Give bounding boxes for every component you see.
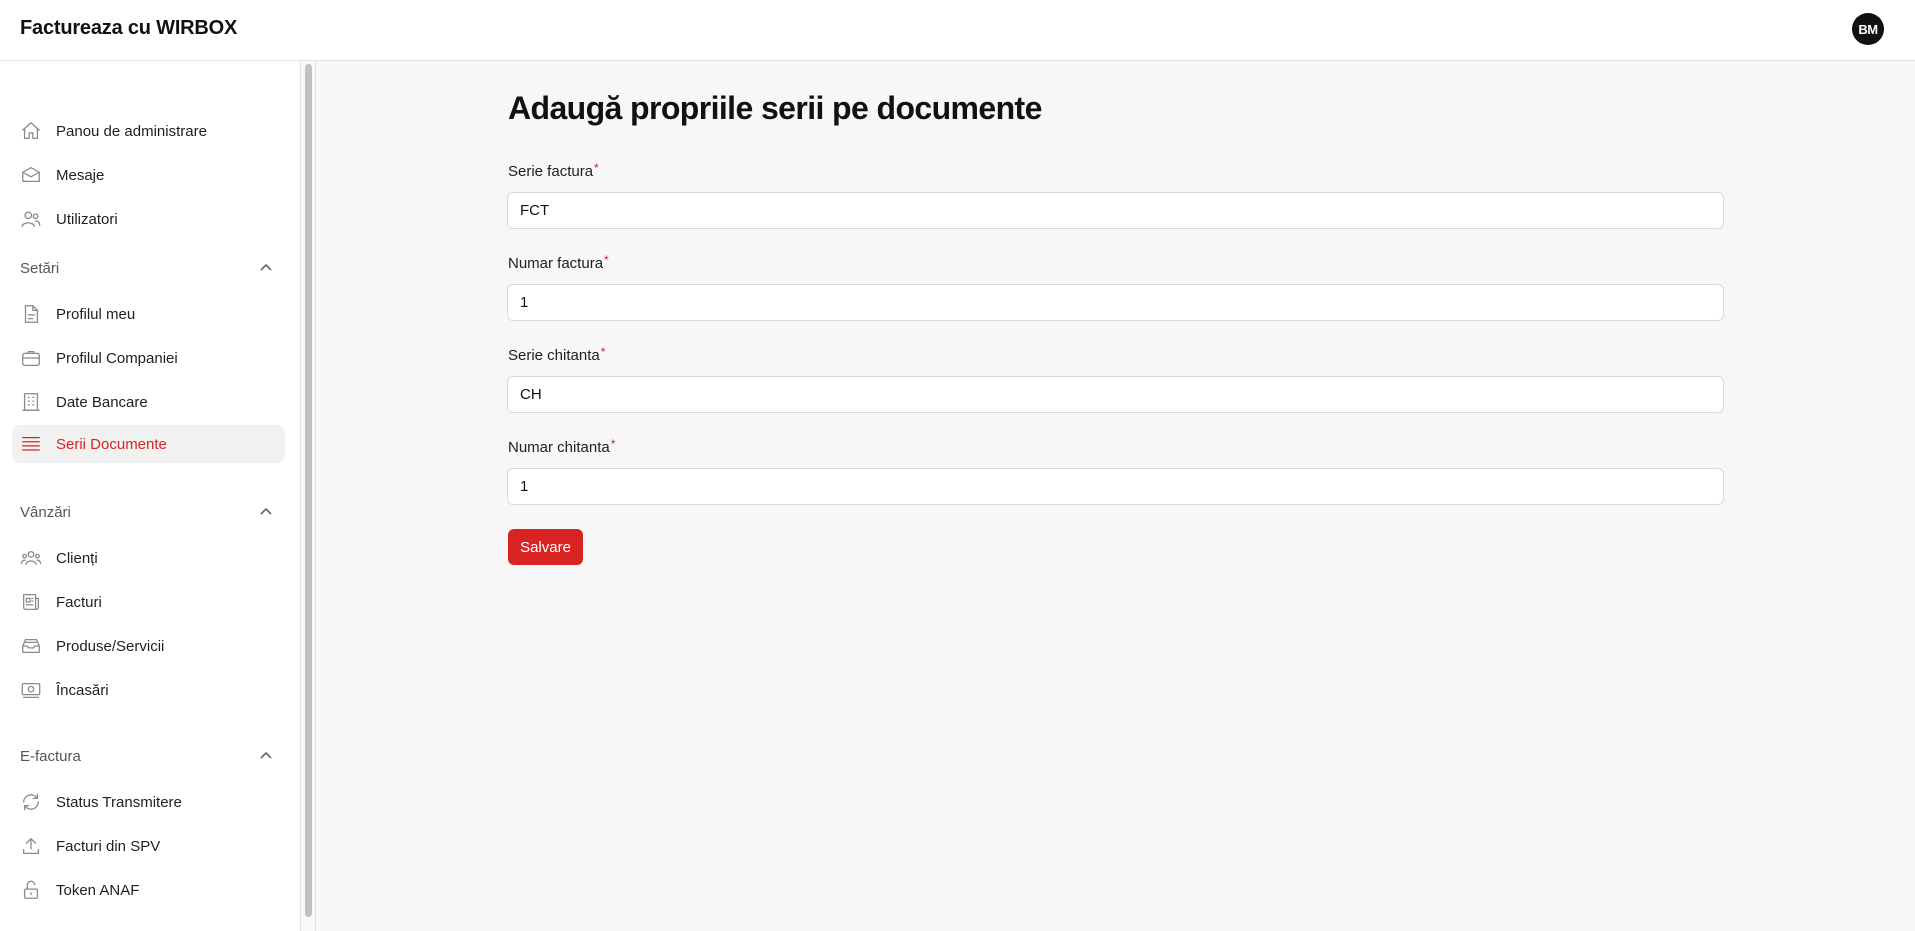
save-button[interactable]: Salvare bbox=[508, 529, 583, 565]
sidebar-item-label: Status Transmitere bbox=[56, 793, 182, 811]
lock-open-icon bbox=[20, 879, 42, 901]
required-mark: * bbox=[600, 345, 606, 359]
required-mark: * bbox=[594, 161, 599, 175]
user-group-icon bbox=[20, 547, 42, 569]
upload-icon bbox=[20, 835, 42, 857]
sidebar-item-label: Mesaje bbox=[56, 166, 105, 184]
sidebar-item-incasari[interactable]: Încasări bbox=[12, 671, 285, 709]
sidebar-item-profilul-companiei[interactable]: Profilul Companiei bbox=[12, 339, 285, 377]
inbox-stack-icon bbox=[20, 635, 42, 657]
section-title: E-factura bbox=[20, 747, 81, 765]
serie-factura-label: Serie factura* bbox=[508, 161, 599, 180]
building-icon bbox=[20, 391, 42, 413]
sidebar-scrollbar-thumb[interactable] bbox=[305, 64, 312, 917]
section-setari-toggle[interactable]: Setări bbox=[20, 256, 273, 280]
chevron-up-icon bbox=[260, 507, 272, 515]
mail-icon bbox=[20, 164, 42, 186]
sidebar-item-mesaje[interactable]: Mesaje bbox=[12, 156, 285, 194]
app-title[interactable]: Factureaza cu WIRBOX bbox=[20, 17, 237, 40]
sidebar-item-label: Încasări bbox=[56, 681, 109, 699]
page-title: Adaugă propriile serii pe documente bbox=[508, 90, 1042, 126]
sidebar-item-label: Clienți bbox=[56, 549, 98, 567]
refresh-icon bbox=[20, 791, 42, 813]
numar-chitanta-input[interactable] bbox=[507, 468, 1724, 505]
numar-chitanta-label: Numar chitanta* bbox=[508, 437, 616, 456]
sidebar-item-facturi[interactable]: Facturi bbox=[12, 583, 285, 621]
chevron-up-icon bbox=[260, 751, 272, 759]
sidebar-item-label: Profilul meu bbox=[56, 305, 136, 323]
sidebar-item-label: Facturi din SPV bbox=[56, 837, 161, 855]
sidebar: Panou de administrare Mesaje Utilizatori… bbox=[0, 61, 301, 931]
sidebar-item-profilul-meu[interactable]: Profilul meu bbox=[12, 295, 285, 333]
users-icon bbox=[20, 208, 42, 230]
sidebar-item-status-transmitere[interactable]: Status Transmitere bbox=[12, 783, 285, 821]
required-mark: * bbox=[610, 437, 616, 451]
serie-factura-input[interactable] bbox=[507, 192, 1724, 229]
list-icon bbox=[20, 433, 42, 455]
top-header: Factureaza cu WIRBOX BM bbox=[0, 0, 1915, 61]
sidebar-item-date-bancare[interactable]: Date Bancare bbox=[12, 383, 285, 421]
section-efactura-toggle[interactable]: E-factura bbox=[20, 744, 273, 768]
user-avatar[interactable]: BM bbox=[1852, 13, 1884, 45]
document-icon bbox=[20, 303, 42, 325]
required-mark: * bbox=[604, 253, 609, 267]
sidebar-item-label: Serii Documente bbox=[56, 435, 167, 453]
serie-chitanta-label: Serie chitanta* bbox=[508, 345, 606, 364]
numar-factura-input[interactable] bbox=[507, 284, 1724, 321]
banknotes-icon bbox=[20, 679, 42, 701]
briefcase-icon bbox=[20, 347, 42, 369]
sidebar-item-label: Date Bancare bbox=[56, 393, 148, 411]
numar-factura-label: Numar factura* bbox=[508, 253, 609, 272]
sidebar-item-facturi-spv[interactable]: Facturi din SPV bbox=[12, 827, 285, 865]
sidebar-item-label: Facturi bbox=[56, 593, 102, 611]
sidebar-item-label: Token ANAF bbox=[56, 881, 140, 899]
sidebar-item-label: Produse/Servicii bbox=[56, 637, 165, 655]
sidebar-item-panou[interactable]: Panou de administrare bbox=[12, 112, 285, 150]
sidebar-item-produse-servicii[interactable]: Produse/Servicii bbox=[12, 627, 285, 665]
sidebar-item-token-anaf[interactable]: Token ANAF bbox=[12, 871, 285, 909]
sidebar-item-label: Panou de administrare bbox=[56, 122, 207, 140]
home-icon bbox=[20, 120, 42, 142]
sidebar-item-utilizatori[interactable]: Utilizatori bbox=[12, 200, 285, 238]
sidebar-item-clienti[interactable]: Clienți bbox=[12, 539, 285, 577]
newspaper-icon bbox=[20, 591, 42, 613]
section-title: Setări bbox=[20, 259, 60, 277]
section-title: Vânzări bbox=[20, 503, 71, 521]
serie-chitanta-input[interactable] bbox=[507, 376, 1724, 413]
sidebar-item-label: Utilizatori bbox=[56, 210, 118, 228]
sidebar-item-label: Profilul Companiei bbox=[56, 349, 178, 367]
sidebar-item-serii-documente[interactable]: Serii Documente bbox=[12, 425, 285, 463]
chevron-up-icon bbox=[260, 263, 272, 271]
section-vanzari-toggle[interactable]: Vânzări bbox=[20, 500, 273, 524]
